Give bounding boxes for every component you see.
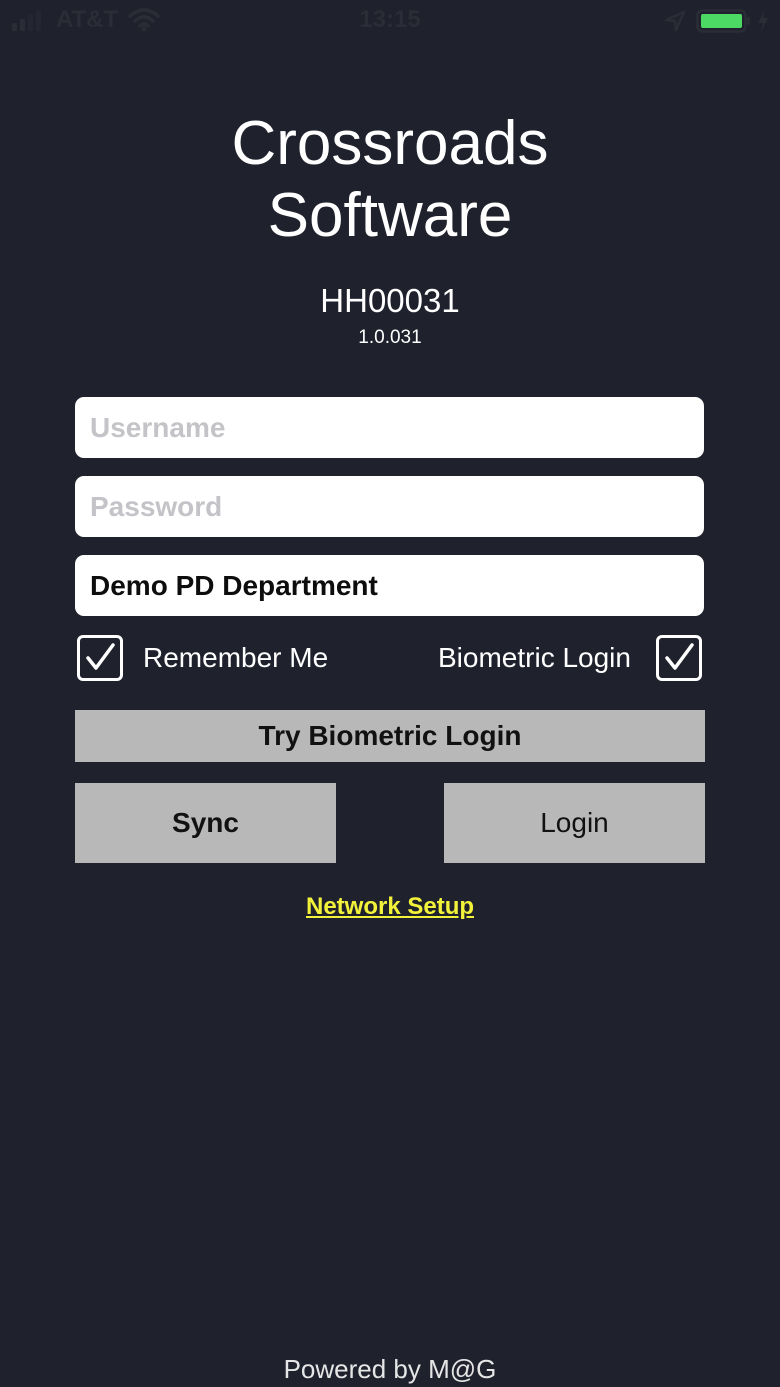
location-icon xyxy=(664,10,686,32)
username-input[interactable] xyxy=(75,397,704,458)
checkmark-icon xyxy=(86,643,115,670)
app-title-line1: Crossroads xyxy=(231,109,549,178)
biometric-login-checkbox[interactable] xyxy=(656,635,702,681)
sync-button[interactable]: Sync xyxy=(75,783,336,863)
network-setup-container: Network Setup xyxy=(0,893,780,921)
biometric-login-label: Biometric Login xyxy=(438,642,631,673)
app-title-line2: Software xyxy=(267,181,513,250)
status-time: 13:15 xyxy=(359,6,421,33)
login-screen: AT&T 13:15 Crossroads Software HH00031 1… xyxy=(0,0,780,1387)
status-bar: AT&T 13:15 xyxy=(0,0,780,42)
login-button[interactable]: Login xyxy=(444,783,705,863)
app-version: 1.0.031 xyxy=(358,327,422,348)
try-biometric-login-button[interactable]: Try Biometric Login xyxy=(75,710,705,762)
app-title: Crossroads Software xyxy=(0,108,780,252)
department-field[interactable]: Demo PD Department xyxy=(75,555,704,616)
remember-me-checkbox[interactable] xyxy=(77,635,123,681)
checkmark-icon xyxy=(665,643,694,670)
battery-icon xyxy=(696,9,750,33)
powered-by-footer: Powered by M@G xyxy=(283,1354,497,1384)
remember-me-label: Remember Me xyxy=(143,642,329,673)
charging-icon xyxy=(758,10,768,32)
device-id: HH00031 xyxy=(320,282,460,319)
department-value: Demo PD Department xyxy=(90,569,378,601)
password-input[interactable] xyxy=(75,476,704,537)
network-setup-link[interactable]: Network Setup xyxy=(306,893,474,920)
